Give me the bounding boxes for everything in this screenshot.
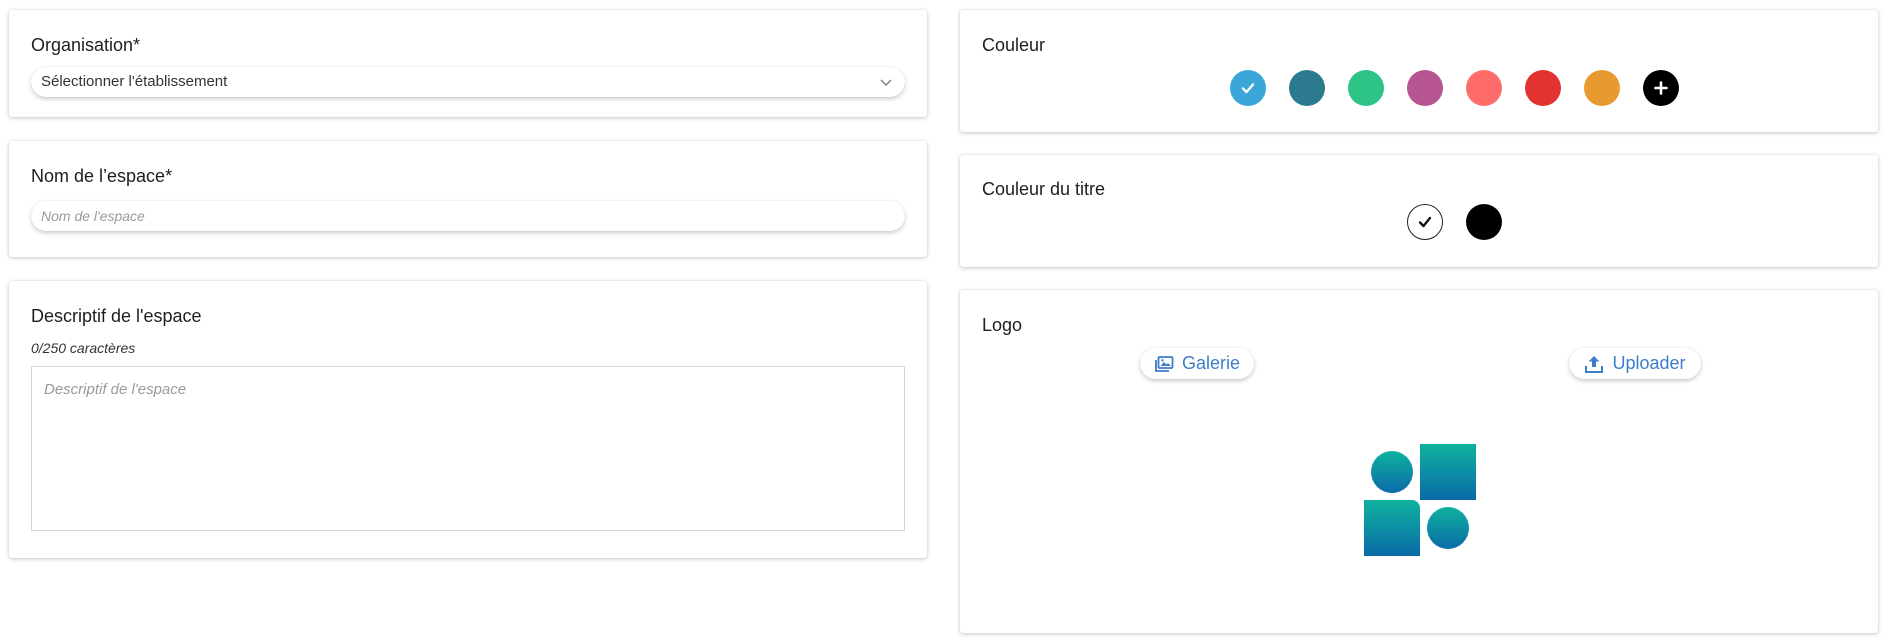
title-color-swatch[interactable]	[1466, 204, 1502, 240]
add-color-button[interactable]	[1643, 70, 1679, 106]
color-swatch[interactable]	[1348, 70, 1384, 106]
description-placeholder: Descriptif de l'espace	[44, 381, 187, 398]
logo-card: Logo Galerie Uploader	[960, 290, 1878, 633]
color-swatch[interactable]	[1289, 70, 1325, 106]
description-card: Descriptif de l'espace 0/250 caractères …	[9, 281, 927, 558]
plus-icon	[1654, 81, 1668, 95]
title-color-title: Couleur du titre	[982, 179, 1106, 199]
upload-button[interactable]: Uploader	[1569, 348, 1701, 379]
organisation-selected-value: Sélectionner l'établissement	[41, 73, 228, 90]
image-gallery-icon	[1155, 355, 1174, 372]
organisation-title: Organisation*	[31, 35, 141, 55]
check-icon	[1418, 216, 1432, 228]
color-title: Couleur	[982, 35, 1046, 55]
color-swatch[interactable]	[1466, 70, 1502, 106]
color-swatch[interactable]	[1230, 70, 1266, 106]
space-name-title: Nom de l’espace*	[31, 166, 173, 186]
color-swatch[interactable]	[1584, 70, 1620, 106]
upload-button-label: Uploader	[1612, 353, 1686, 373]
description-title: Descriptif de l'espace	[31, 306, 202, 326]
space-name-input[interactable]: Nom de l'espace	[31, 201, 905, 231]
title-color-swatch[interactable]	[1407, 204, 1443, 240]
gallery-button[interactable]: Galerie	[1140, 348, 1254, 379]
color-card: Couleur	[960, 10, 1878, 132]
description-char-counter: 0/250 caractères	[31, 340, 136, 356]
organisation-select[interactable]: Sélectionner l'établissement	[31, 67, 905, 97]
check-icon	[1241, 83, 1255, 94]
title-color-card: Couleur du titre	[960, 155, 1878, 267]
space-name-placeholder: Nom de l'espace	[41, 208, 145, 224]
shapes-logo-icon	[1364, 444, 1476, 556]
organisation-card: Organisation* Sélectionner l'établisseme…	[9, 10, 927, 117]
logo-title: Logo	[982, 315, 1023, 335]
color-swatch[interactable]	[1407, 70, 1443, 106]
upload-icon	[1585, 355, 1604, 373]
chevron-down-icon	[880, 79, 892, 87]
color-swatch[interactable]	[1525, 70, 1561, 106]
space-name-card: Nom de l’espace* Nom de l'espace	[9, 141, 927, 257]
gallery-button-label: Galerie	[1181, 353, 1241, 373]
description-textarea[interactable]: Descriptif de l'espace	[31, 366, 905, 531]
